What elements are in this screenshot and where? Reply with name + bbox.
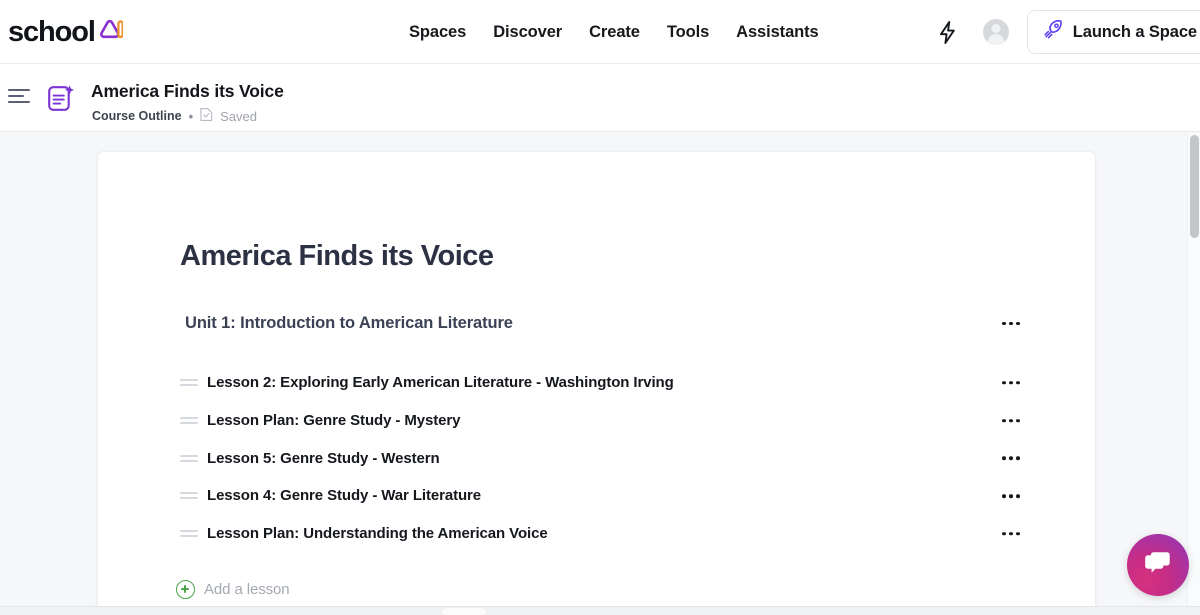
list-item[interactable]: Lesson 4: Genre Study - War Literature — [180, 477, 1022, 515]
page-title: America Finds its Voice — [91, 81, 284, 101]
breadcrumb-separator: • — [188, 108, 194, 124]
document-heading[interactable]: America Finds its Voice — [180, 240, 494, 273]
dot — [1016, 531, 1020, 536]
list-item[interactable]: Lesson Plan: Genre Study - Mystery — [180, 402, 1022, 440]
list-item[interactable]: Lesson Plan: Understanding the American … — [180, 515, 1022, 553]
avatar[interactable] — [982, 19, 1009, 45]
list-item[interactable]: Lesson 2: Exploring Early American Liter… — [180, 364, 1022, 402]
horizontal-scrollbar-thumb[interactable] — [442, 608, 486, 615]
drag-handle-icon[interactable] — [180, 530, 198, 538]
dot — [1016, 456, 1020, 461]
hamburger-line — [8, 95, 24, 97]
lesson-list: Lesson 2: Exploring Early American Liter… — [180, 364, 1022, 552]
nav-item-assistants[interactable]: Assistants — [736, 23, 819, 42]
lesson-ellipsis-icon[interactable] — [1000, 488, 1022, 504]
dot — [1002, 456, 1006, 461]
rocket-icon — [1043, 19, 1064, 45]
lesson-ellipsis-icon[interactable] — [1000, 413, 1022, 429]
hamburger-line — [8, 101, 30, 103]
grip-line — [180, 497, 198, 500]
vertical-scrollbar[interactable] — [1187, 133, 1200, 607]
logo-mark-icon — [96, 19, 123, 44]
lesson-label[interactable]: Lesson 5: Genre Study - Western — [207, 450, 440, 467]
list-item[interactable]: Lesson 5: Genre Study - Western — [180, 439, 1022, 477]
nav-item-tools[interactable]: Tools — [667, 23, 709, 42]
lesson-label[interactable]: Lesson 4: Genre Study - War Literature — [207, 487, 481, 504]
dot — [1002, 531, 1006, 536]
launch-a-space-label: Launch a Space — [1072, 22, 1197, 41]
document-check-icon — [200, 107, 213, 125]
dot — [1009, 456, 1013, 461]
nav-item-create[interactable]: Create — [589, 23, 640, 42]
drag-handle-icon[interactable] — [180, 454, 198, 462]
grip-line — [180, 417, 198, 420]
dot — [1002, 321, 1006, 326]
grip-line — [180, 535, 198, 538]
lesson-ellipsis-icon[interactable] — [1000, 375, 1022, 391]
grip-line — [180, 379, 198, 382]
dot — [1009, 381, 1013, 385]
dot — [1002, 494, 1006, 498]
breadcrumb: Course Outline • Saved — [92, 107, 257, 125]
grip-line — [180, 459, 198, 462]
lesson-label[interactable]: Lesson 2: Exploring Early American Liter… — [207, 374, 674, 391]
hamburger-line — [8, 89, 30, 91]
lesson-label[interactable]: Lesson Plan: Understanding the American … — [207, 525, 548, 542]
vertical-scrollbar-thumb[interactable] — [1190, 135, 1199, 238]
drag-handle-icon[interactable] — [180, 492, 198, 500]
dot — [1016, 381, 1020, 385]
top-navigation-bar: school Spaces Discover Create Tools Assi… — [0, 0, 1200, 64]
nav-item-discover[interactable]: Discover — [493, 23, 562, 42]
lightning-bolt-icon[interactable] — [933, 17, 963, 47]
grip-line — [180, 422, 198, 425]
unit-ellipsis-icon[interactable] — [1000, 316, 1022, 332]
status-badge: Saved — [220, 108, 258, 124]
hamburger-menu-icon[interactable] — [8, 89, 30, 103]
chat-bubbles-icon — [1143, 549, 1173, 581]
nav-right-group: Launch a Space — [933, 0, 1200, 64]
grip-line — [180, 530, 198, 533]
dot — [1009, 531, 1013, 536]
nav-item-spaces[interactable]: Spaces — [409, 23, 466, 42]
main-nav-links: Spaces Discover Create Tools Assistants — [409, 0, 819, 64]
breadcrumb-label: Course Outline — [92, 109, 182, 123]
horizontal-scrollbar[interactable] — [0, 606, 1200, 615]
ai-document-icon[interactable] — [45, 82, 77, 114]
unit-header-row: Unit 1: Introduction to American Literat… — [185, 314, 1022, 333]
grip-line — [180, 384, 198, 387]
dot — [1002, 381, 1006, 385]
dot — [1002, 418, 1006, 423]
dot — [1016, 418, 1020, 423]
chat-widget-button[interactable] — [1127, 534, 1189, 596]
dot — [1009, 494, 1013, 498]
lesson-ellipsis-icon[interactable] — [1000, 450, 1022, 466]
lesson-label[interactable]: Lesson Plan: Genre Study - Mystery — [207, 412, 460, 429]
add-lesson-button[interactable]: Add a lesson — [176, 580, 290, 599]
schoolai-logo[interactable]: school — [8, 16, 123, 48]
grip-line — [180, 492, 198, 495]
add-lesson-label: Add a lesson — [204, 581, 290, 598]
content-scroll-area: America Finds its Voice Unit 1: Introduc… — [0, 133, 1193, 607]
drag-handle-icon[interactable] — [180, 379, 198, 387]
grip-line — [180, 454, 198, 457]
document-card: America Finds its Voice Unit 1: Introduc… — [97, 151, 1096, 607]
dot — [1009, 321, 1013, 326]
plus-circle-icon — [176, 580, 195, 599]
drag-handle-icon[interactable] — [180, 417, 198, 425]
dot — [1016, 494, 1020, 498]
logo-wordmark: school — [8, 16, 96, 48]
dot — [1016, 321, 1020, 326]
lesson-ellipsis-icon[interactable] — [1000, 526, 1022, 542]
launch-a-space-button[interactable]: Launch a Space — [1026, 10, 1200, 54]
dot — [1009, 418, 1013, 423]
unit-title[interactable]: Unit 1: Introduction to American Literat… — [185, 314, 513, 333]
